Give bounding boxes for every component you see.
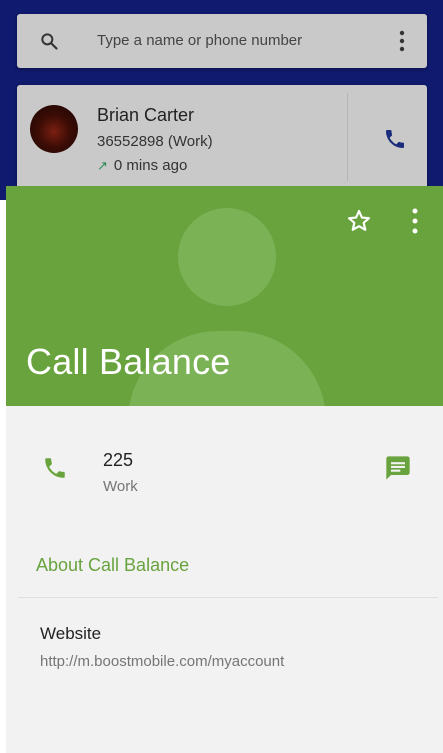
contact-header: Call Balance xyxy=(6,186,443,406)
website-url[interactable]: http://m.boostmobile.com/myaccount xyxy=(40,653,284,670)
about-divider xyxy=(18,597,438,598)
search-placeholder[interactable]: Type a name or phone number xyxy=(97,32,302,49)
search-icon[interactable] xyxy=(39,31,59,51)
phone-icon[interactable] xyxy=(383,127,407,151)
recent-call-time-row: ↗ 0 mins ago xyxy=(97,157,187,174)
outgoing-call-arrow-icon: ↗ xyxy=(97,158,108,173)
search-bar[interactable]: Type a name or phone number xyxy=(17,14,427,68)
message-icon[interactable] xyxy=(384,454,412,482)
phone-icon[interactable] xyxy=(42,455,68,481)
about-heading: About Call Balance xyxy=(36,555,190,575)
phone-type: Work xyxy=(103,478,138,495)
contact-details: 225 Work About Call Balance Website http… xyxy=(6,406,443,753)
website-label: Website xyxy=(40,624,102,643)
phone-number[interactable]: 225 xyxy=(103,450,133,471)
recent-contact-number: 36552898 (Work) xyxy=(97,133,213,150)
dialer-background: Type a name or phone number Brian Carter… xyxy=(0,0,443,200)
more-vert-icon[interactable] xyxy=(412,208,418,234)
more-vert-icon[interactable] xyxy=(399,30,405,52)
card-divider xyxy=(347,93,348,181)
recent-call-time: 0 mins ago xyxy=(113,157,188,174)
recent-call-card[interactable]: Brian Carter 36552898 (Work) ↗ 0 mins ago xyxy=(17,85,427,190)
avatar[interactable] xyxy=(30,105,78,153)
star-outline-icon[interactable] xyxy=(346,208,372,234)
contact-silhouette-head xyxy=(178,208,276,306)
recent-contact-name: Brian Carter xyxy=(97,105,195,125)
contact-name-title: Call Balance xyxy=(26,341,231,382)
